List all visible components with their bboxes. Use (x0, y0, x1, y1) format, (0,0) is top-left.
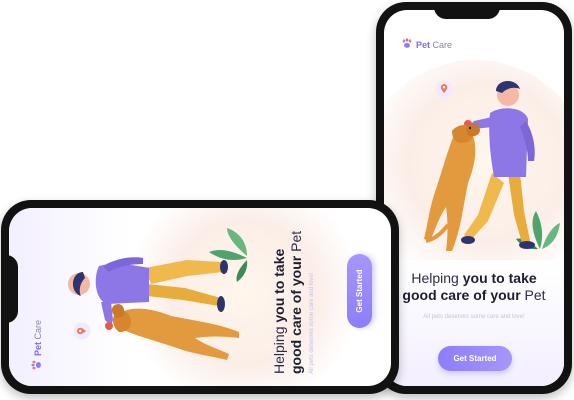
brand-logo: Pet Care (401, 36, 452, 54)
landscape-screen: Pet Care Helping you to take good care o… (9, 208, 391, 386)
brand-name: Pet Care (33, 319, 43, 356)
phone-notch (434, 2, 500, 19)
phone-notch (1, 255, 18, 323)
get-started-button[interactable]: Get Started (438, 346, 512, 371)
paw-icon (401, 36, 413, 54)
subtext: All pets deserves some care and love! (423, 314, 525, 320)
brand-logo: Pet Care (29, 320, 47, 371)
get-started-button[interactable]: Get Started (347, 254, 372, 328)
landscape-phone: Pet Care Helping you to take good care o… (1, 200, 399, 394)
portrait-screen: Pet Care Helping you to take good care o… (384, 10, 564, 386)
portrait-phone: Pet Care Helping you to take good care o… (376, 2, 572, 394)
headline: Helping you to take good care of your Pe… (402, 270, 546, 303)
plant-icon (209, 228, 248, 282)
subtext: All pets deserves some care and love! (309, 272, 315, 374)
headline: Helping you to take good care of your Pe… (271, 230, 304, 374)
pet-care-illustration (424, 80, 560, 251)
brand-name: Pet Care (416, 40, 453, 50)
pet-care-illustration (68, 228, 248, 360)
paw-icon (29, 359, 47, 371)
